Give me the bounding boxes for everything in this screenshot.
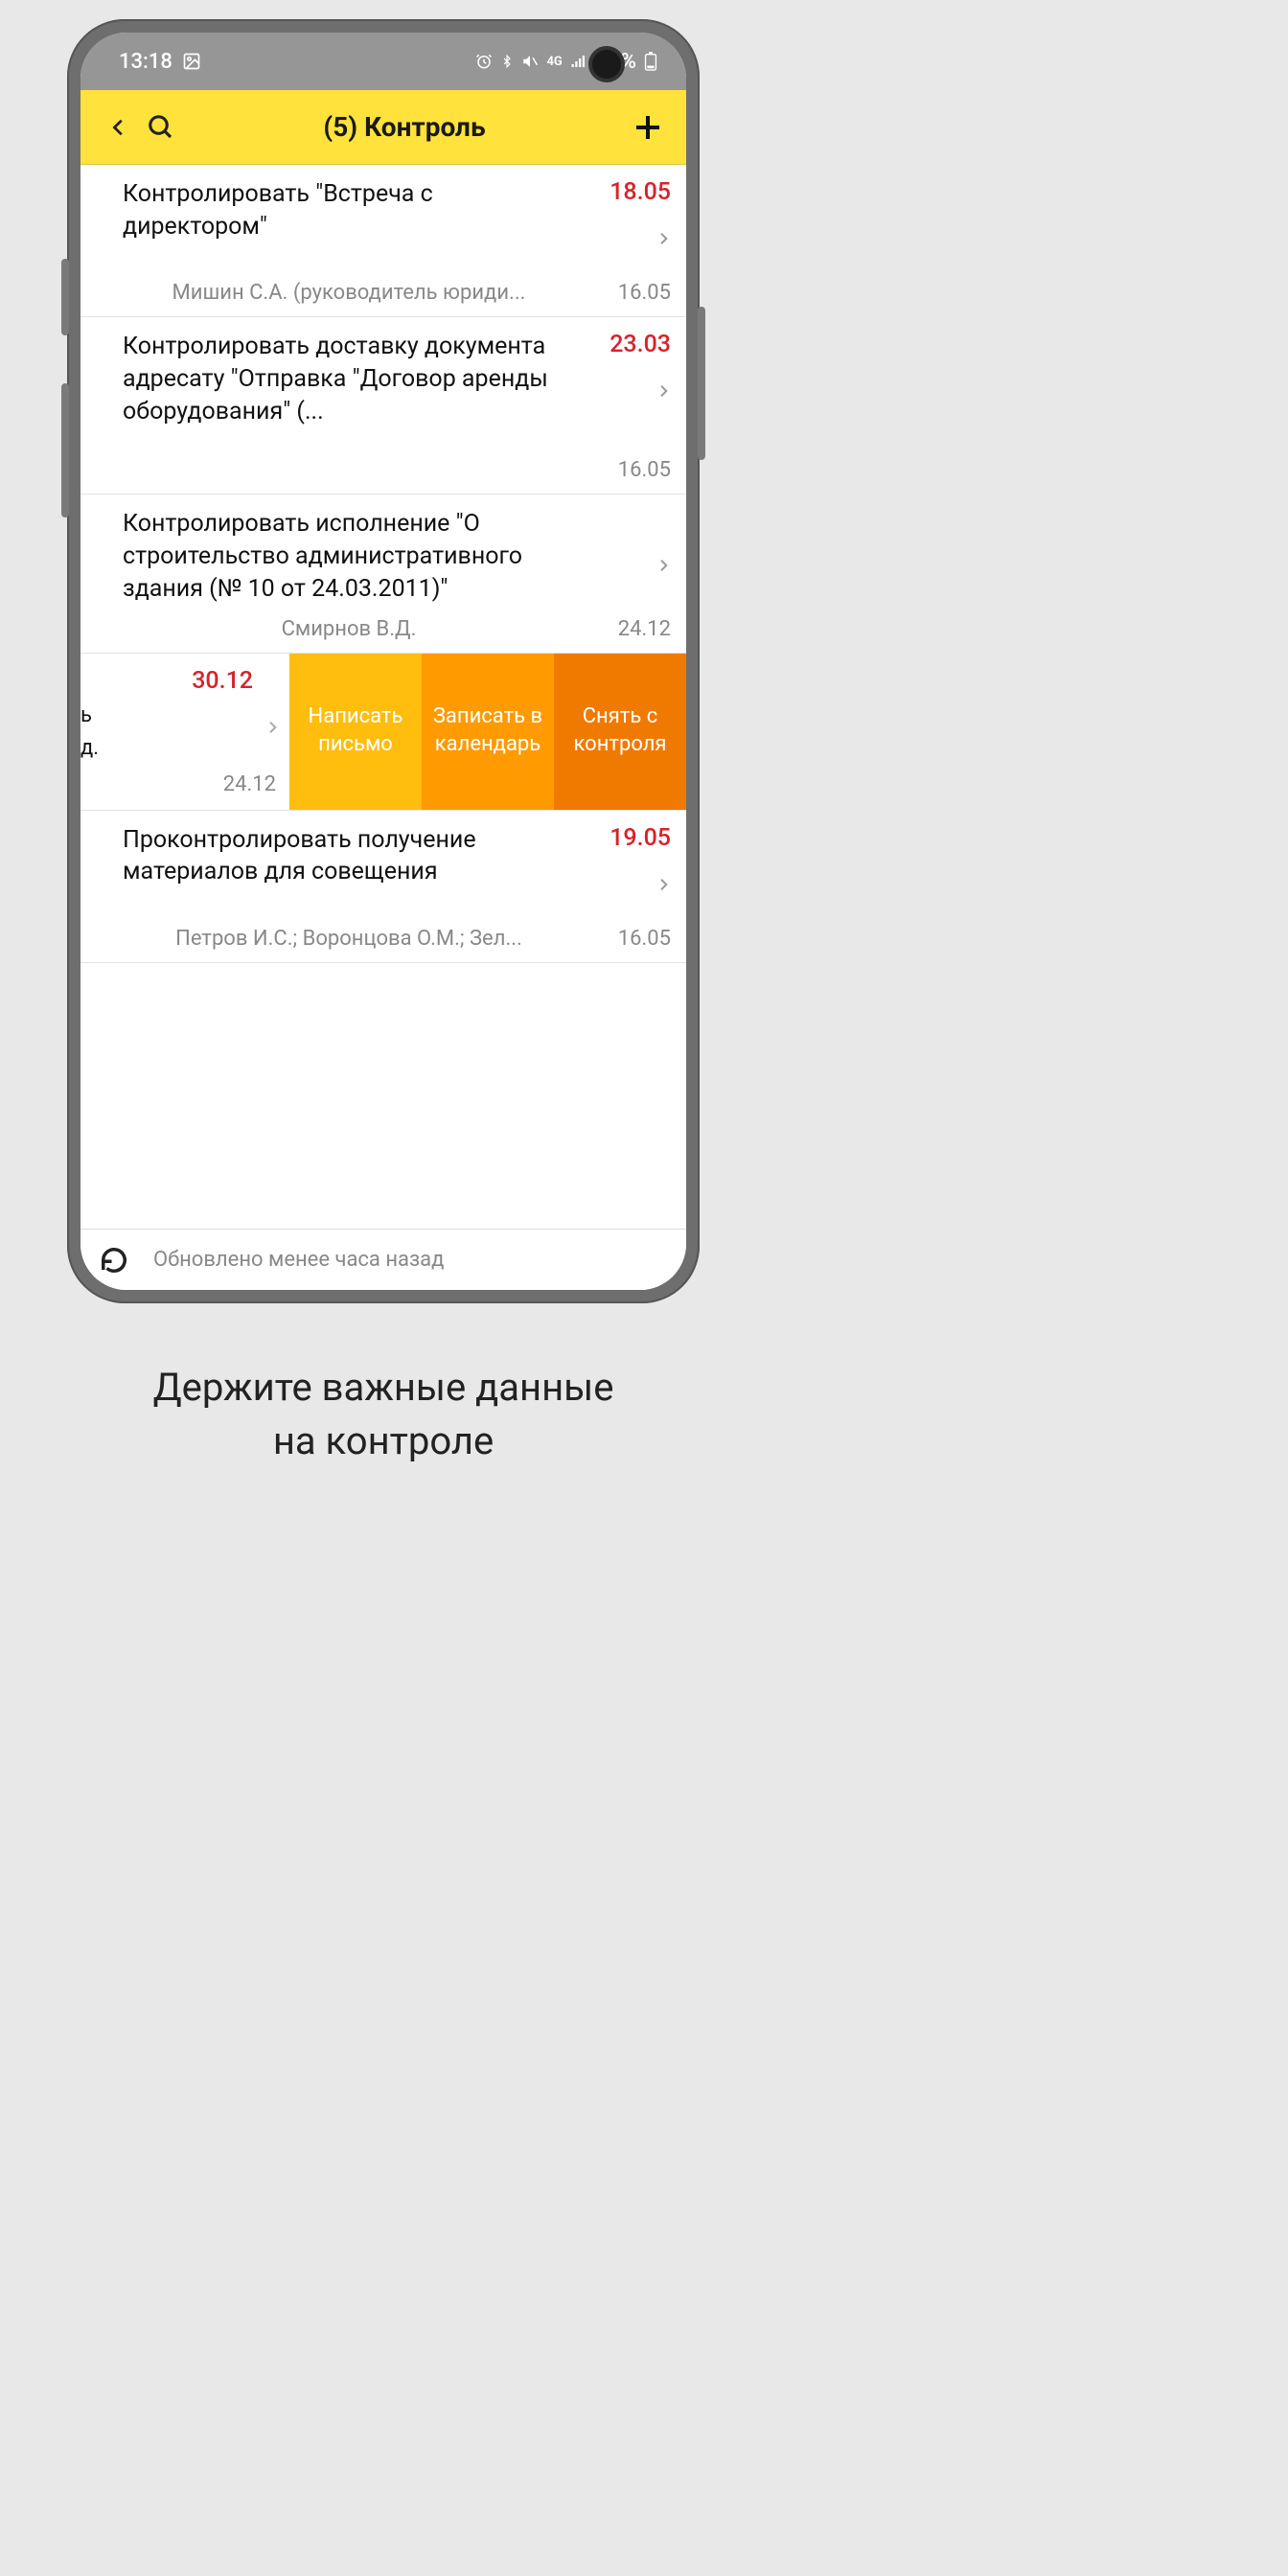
chevron-right-icon xyxy=(656,873,671,896)
swipe-action-remove-control[interactable]: Снять с контроля xyxy=(554,654,686,810)
task-title: Контролировать исполнение "О строительст… xyxy=(123,508,575,605)
page-title: (5) Контроль xyxy=(182,111,627,143)
status-time: 13:18 xyxy=(119,50,172,74)
chevron-right-icon xyxy=(656,380,671,402)
task-title: Контролировать доставку документа адреса… xyxy=(123,331,575,427)
task-assignee: Смирнов В.Д. xyxy=(123,617,604,641)
signal-icon xyxy=(570,53,587,70)
task-due-date: 30.12 xyxy=(192,667,276,695)
swipe-action-calendar[interactable]: Записать в календарь xyxy=(422,654,554,810)
network-4g-icon: 4G xyxy=(546,55,562,69)
phone-screen: 13:18 4G 18% xyxy=(80,33,686,1290)
swipe-action-write-mail[interactable]: Написать письмо xyxy=(289,654,422,810)
task-due-date: 18.05 xyxy=(610,178,671,206)
task-date: 24.12 xyxy=(209,772,276,796)
refresh-status-text: Обновлено менее часа назад xyxy=(153,1248,444,1272)
add-button[interactable] xyxy=(627,106,669,149)
back-button[interactable] xyxy=(98,106,140,149)
alarm-icon xyxy=(475,53,493,70)
task-date: 24.12 xyxy=(604,617,671,641)
task-date: 16.05 xyxy=(604,458,671,482)
task-row[interactable]: Контролировать исполнение "О строительст… xyxy=(80,494,686,653)
chevron-right-icon xyxy=(656,227,671,250)
swipe-visible-content: 30.12 24.12 xyxy=(105,654,289,810)
task-row[interactable]: Проконтролировать получение материалов д… xyxy=(80,811,686,963)
app-bar: (5) Контроль xyxy=(80,90,686,165)
task-title: Проконтролировать получение материалов д… xyxy=(123,824,575,889)
phone-side-button xyxy=(698,307,705,460)
refresh-button[interactable] xyxy=(98,1244,130,1276)
task-due-date: 19.05 xyxy=(610,824,671,852)
image-icon xyxy=(182,52,201,71)
bluetooth-icon xyxy=(500,53,514,70)
task-due-date: 23.03 xyxy=(610,331,671,358)
task-list[interactable]: Контролировать "Встреча с директором" 18… xyxy=(80,165,686,1229)
marketing-caption: Держите важные данные на контроле xyxy=(0,1361,767,1468)
task-date: 16.05 xyxy=(604,927,671,951)
task-row-swiped[interactable]: ь д. 30.12 24.12 Написать письмо Записат… xyxy=(80,654,686,811)
battery-icon xyxy=(644,52,657,71)
task-title: Контролировать "Встреча с директором" xyxy=(123,178,575,243)
mute-icon xyxy=(521,53,539,70)
task-assignee: Мишин С.А. (руководитель юриди... xyxy=(123,281,604,305)
swipe-partial-text: ь д. xyxy=(80,654,105,810)
camera-lens xyxy=(588,46,625,82)
task-row[interactable]: Контролировать доставку документа адреса… xyxy=(80,317,686,494)
chevron-right-icon xyxy=(656,554,671,577)
chevron-right-icon xyxy=(264,717,280,738)
task-date: 16.05 xyxy=(604,281,671,305)
phone-frame: 13:18 4G 18% xyxy=(67,19,700,1303)
phone-side-button xyxy=(61,383,69,518)
search-button[interactable] xyxy=(140,106,182,149)
task-assignee: Петров И.С.; Воронцова О.М.; Зел... xyxy=(123,927,604,951)
phone-side-button xyxy=(61,259,69,335)
task-row[interactable]: Контролировать "Встреча с директором" 18… xyxy=(80,165,686,317)
bottom-refresh-bar: Обновлено менее часа назад xyxy=(80,1229,686,1290)
